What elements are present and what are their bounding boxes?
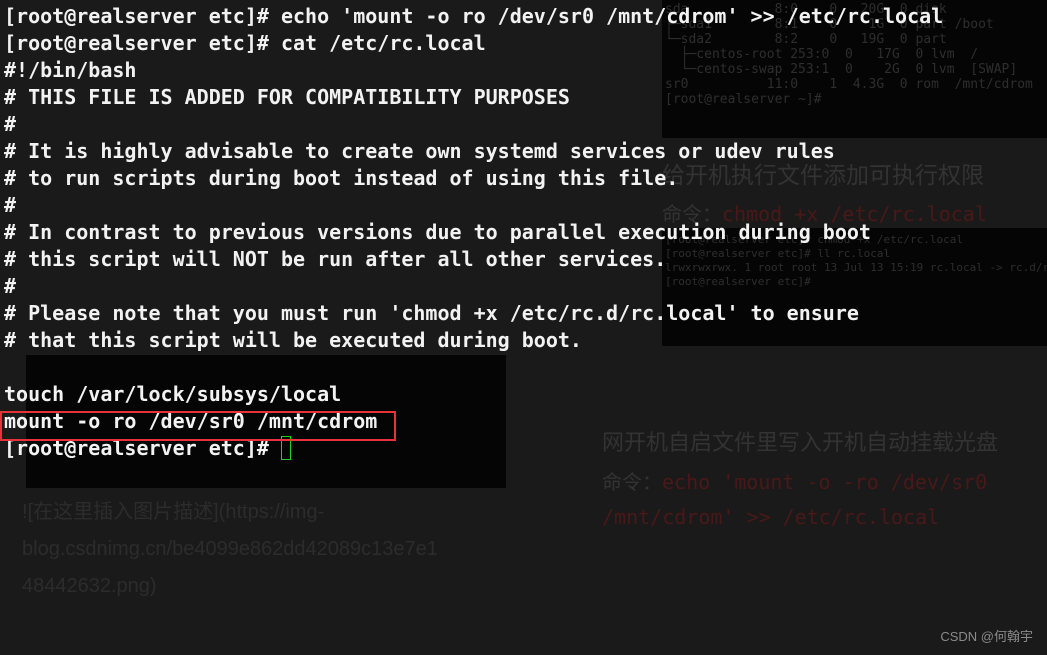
terminal-line: # [4, 274, 17, 298]
terminal-line: # to run scripts during boot instead of … [4, 166, 679, 190]
terminal-line: touch /var/lock/subsys/local [4, 382, 342, 406]
ghost-image-alt: ![在这里插入图片描述](https://img- blog.csdnimg.c… [22, 501, 438, 597]
ghost-cmd-mount-a: echo 'mount -o -ro /dev/sr0 [662, 470, 988, 494]
terminal-output[interactable]: [root@realserver etc]# echo 'mount -o ro… [4, 3, 943, 462]
ghost-cmd-mount-1: 命令：echo 'mount -o -ro /dev/sr0 [602, 466, 987, 495]
terminal-line: # this script will NOT be run after all … [4, 247, 667, 271]
watermark: CSDN @何翰宇 [940, 629, 1033, 644]
terminal-line: # [4, 112, 17, 136]
terminal-line: [root@realserver etc]# cat /etc/rc.local [4, 31, 486, 55]
terminal-line: # Please note that you must run 'chmod +… [4, 301, 859, 325]
ghost-cmd-label-2: 命令： [602, 472, 662, 494]
terminal-line: # It is highly advisable to create own s… [4, 139, 835, 163]
ghost-cmd-mount-2: /mnt/cdrom' >> /etc/rc.local [602, 505, 940, 529]
highlight-box [0, 411, 396, 441]
terminal-line: # In contrast to previous versions due t… [4, 220, 871, 244]
terminal-line: #!/bin/bash [4, 58, 137, 82]
terminal-line: # THIS FILE IS ADDED FOR COMPATIBILITY P… [4, 85, 570, 109]
terminal-line: # [4, 193, 17, 217]
terminal-line: [root@realserver etc]# echo 'mount -o ro… [4, 4, 944, 28]
terminal-line: # that this script will be executed duri… [4, 328, 582, 352]
